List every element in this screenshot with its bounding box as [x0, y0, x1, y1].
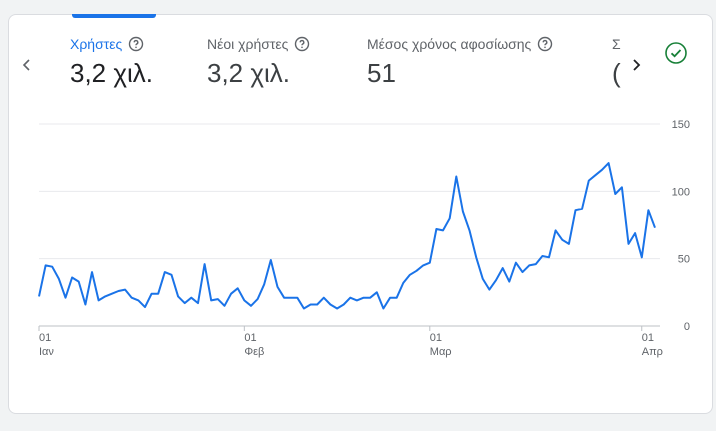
x-tick-day: 01	[244, 332, 256, 344]
x-tick-day: 01	[39, 332, 51, 344]
series-line-users	[38, 162, 656, 310]
x-tick-day: 01	[642, 332, 654, 344]
x-tick-month: Φεβ	[244, 346, 264, 358]
x-tick-month: Απρ	[642, 346, 663, 358]
x-tick-day: 01	[430, 332, 442, 344]
x-tick-month: Μαρ	[430, 346, 452, 358]
y-tick-label: 0	[684, 321, 690, 333]
y-tick-label: 50	[678, 254, 690, 266]
x-tick-month: Ιαν	[39, 346, 54, 358]
users-line-chart: 0 50 100 150 01 Ιαν 01 Φεβ 01 Μαρ 01 Απρ	[38, 119, 690, 358]
y-tick-label: 100	[672, 186, 690, 198]
chart-grid	[39, 123, 660, 327]
y-axis-ticks: 0 50 100 150	[672, 119, 690, 333]
x-axis-ticks: 01 Ιαν 01 Φεβ 01 Μαρ 01 Απρ	[38, 326, 663, 358]
y-tick-label: 150	[672, 119, 690, 131]
